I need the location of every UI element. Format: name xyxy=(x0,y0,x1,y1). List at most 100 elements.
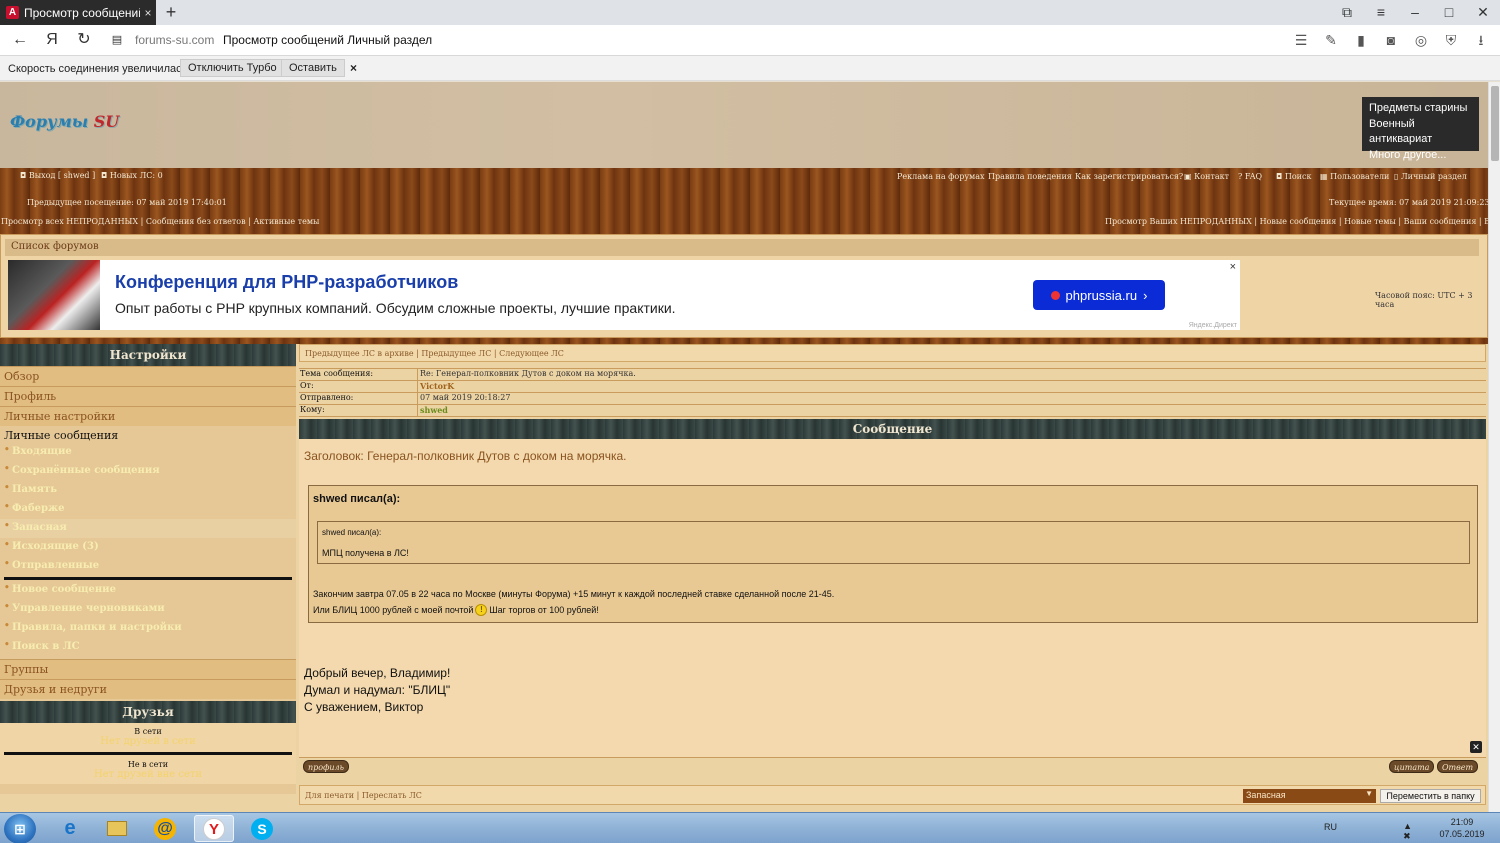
sidebar-item-personal-settings[interactable]: Личные настройки xyxy=(0,406,296,426)
browser-tab[interactable]: A Просмотр сообщений / × xyxy=(0,0,156,25)
rules-folders-link[interactable]: Правила, папки и настройки xyxy=(0,619,296,638)
tabs-icon[interactable]: ⧉ xyxy=(1330,0,1364,25)
personal-link[interactable]: ▯ Личный раздел xyxy=(1394,172,1467,181)
left-quick-links[interactable]: Просмотр всех НЕПРОДАННЫХ | Сообщения бе… xyxy=(1,217,319,226)
users-link[interactable]: ▦ Пользователи xyxy=(1320,172,1389,181)
yandex-ad-banner[interactable]: Конференция для PHP-разработчиков Опыт р… xyxy=(8,260,1240,330)
greeting-line: С уважением, Виктор xyxy=(304,700,424,714)
close-icon[interactable]: ✕ xyxy=(1470,741,1482,753)
new-tab-button[interactable]: + xyxy=(162,3,180,21)
ie-icon[interactable]: e xyxy=(50,815,90,842)
url-page-title[interactable]: Просмотр сообщений Личный раздел xyxy=(223,33,432,47)
site-info-icon[interactable]: ▤ xyxy=(107,30,127,50)
site-favicon-icon: A xyxy=(6,6,19,19)
ad-line: Военный антиквариат xyxy=(1369,117,1433,146)
ad-cta-button[interactable]: phprussia.ru › xyxy=(1033,280,1165,310)
folder-faberge[interactable]: Фаберже xyxy=(0,500,296,519)
ad-close-icon[interactable]: × xyxy=(1230,261,1236,273)
explorer-icon[interactable] xyxy=(97,815,137,842)
sidebar-item-groups[interactable]: Группы xyxy=(0,659,296,679)
quote-button[interactable]: цитата xyxy=(1389,760,1435,773)
mail-icon[interactable]: @ xyxy=(145,815,185,842)
ad-description: Опыт работы с PHP крупных компаний. Обсу… xyxy=(115,300,676,316)
faq-link[interactable]: ? FAQ xyxy=(1238,172,1262,181)
to-user-link[interactable]: shwed xyxy=(417,405,1486,416)
pm-view: Предыдущее ЛС в архиве | Предыдущее ЛС |… xyxy=(299,344,1486,794)
contact-link[interactable]: ▣ Контакт xyxy=(1184,172,1229,181)
shield-icon[interactable]: ⛨ xyxy=(1442,30,1460,50)
reload-icon[interactable]: ↻ xyxy=(74,30,94,50)
page-scrollbar[interactable] xyxy=(1488,82,1500,812)
folder-sent[interactable]: Отправленные xyxy=(0,557,296,576)
url-domain[interactable]: forums-su.com xyxy=(135,33,214,47)
folder-inbox[interactable]: Входящие xyxy=(0,443,296,462)
footer-links[interactable]: Для печати | Переслать ЛС xyxy=(305,791,422,800)
reader-icon[interactable]: ☰ xyxy=(1292,30,1310,50)
turbo-close-icon[interactable]: × xyxy=(350,61,357,75)
drafts-link[interactable]: Управление черновиками xyxy=(0,600,296,619)
skype-icon[interactable]: S xyxy=(242,815,282,842)
yandex-browser-icon[interactable]: Y xyxy=(194,815,234,842)
sidebar: Настройки Обзор Профиль Личные настройки… xyxy=(0,344,296,794)
folder-memory[interactable]: Память xyxy=(0,481,296,500)
ad-title[interactable]: Конференция для PHP-разработчиков xyxy=(115,272,458,293)
bookmark-icon[interactable]: ▮ xyxy=(1352,30,1370,50)
exclamation-smiley-icon: ! xyxy=(475,604,488,616)
move-to-folder-button[interactable]: Переместить в папку xyxy=(1380,789,1481,803)
pm-meta-table: Тема сообщения: Re: Генерал-полковник Ду… xyxy=(299,368,1486,417)
protect-icon[interactable]: ✎ xyxy=(1322,30,1340,50)
pm-navigation[interactable]: Предыдущее ЛС в архиве | Предыдущее ЛС |… xyxy=(299,344,1486,362)
ads-link[interactable]: Реклама на форумах xyxy=(897,172,985,181)
sidebar-item-friends-foes[interactable]: Друзья и недруги xyxy=(0,679,296,699)
tray-icons[interactable]: ▲ ✖ ▮ ◀ xyxy=(1403,821,1412,843)
language-indicator[interactable]: RU xyxy=(1324,822,1337,832)
register-link[interactable]: Как зарегистрироваться? xyxy=(1075,172,1183,181)
clock[interactable]: 21:09 07.05.2019 xyxy=(1432,816,1492,840)
minimize-button[interactable]: – xyxy=(1398,0,1432,25)
window-controls: ⧉ ≡ – □ ✕ xyxy=(1330,0,1500,25)
online-empty: Нет друзей в сети xyxy=(100,736,196,747)
alice-icon[interactable]: ◎ xyxy=(1412,30,1430,50)
header-ad[interactable]: Предметы старины Военный антиквариат Мно… xyxy=(1362,97,1479,161)
camera-icon[interactable]: ◙ xyxy=(1382,30,1400,50)
new-message-link[interactable]: Новое сообщение xyxy=(0,581,296,600)
folder-spare[interactable]: Запасная xyxy=(0,519,296,538)
sidebar-item-profile[interactable]: Профиль xyxy=(0,386,296,406)
back-arrow-icon[interactable]: ← xyxy=(10,30,30,50)
top-navigation: ◘ Выход [ shwed ] ◘ Новых ЛС: 0 Реклама … xyxy=(0,168,1488,230)
quote-author: shwed писал(а): xyxy=(313,493,401,505)
message-actions: профиль цитата Ответ xyxy=(299,757,1486,775)
search-link[interactable]: ◘ Поиск xyxy=(1276,172,1311,181)
close-window-button[interactable]: ✕ xyxy=(1466,0,1500,25)
forum-list-link[interactable]: Список форумов xyxy=(5,239,1479,256)
online-caption: В сети xyxy=(134,727,162,736)
timezone: Часовой пояс: UTC + 3 часа xyxy=(1375,291,1473,309)
right-quick-links[interactable]: Просмотр Ваших НЕПРОДАННЫХ | Новые сообщ… xyxy=(1105,217,1488,226)
pm-search-link[interactable]: Поиск в ЛС xyxy=(0,638,296,657)
start-button[interactable]: ⊞ xyxy=(4,814,36,843)
maximize-button[interactable]: □ xyxy=(1432,0,1466,25)
new-pm-link[interactable]: ◘ Новых ЛС: 0 xyxy=(101,171,163,180)
download-icon[interactable]: ⭳ xyxy=(1472,30,1490,50)
menu-icon[interactable]: ≡ xyxy=(1364,0,1398,25)
site-logo[interactable]: Форумы SU xyxy=(10,112,119,131)
yandex-icon[interactable]: Я xyxy=(42,30,62,50)
rules-link[interactable]: Правила поведения xyxy=(988,172,1072,181)
turbo-keep-button[interactable]: Оставить xyxy=(281,59,345,77)
from-label: От: xyxy=(300,381,314,390)
profile-button[interactable]: профиль xyxy=(303,760,349,773)
turbo-off-button[interactable]: Отключить Турбо xyxy=(180,59,285,77)
previous-visit: Предыдущее посещение: 07 май 2019 17:40:… xyxy=(27,198,227,207)
sidebar-item-overview[interactable]: Обзор xyxy=(0,366,296,386)
scrollbar-thumb[interactable] xyxy=(1491,86,1499,161)
quote-line: Закончим завтра 07.05 в 22 часа по Москв… xyxy=(313,589,835,599)
reply-button[interactable]: Ответ xyxy=(1437,760,1479,773)
from-user-link[interactable]: VictorK xyxy=(417,381,1486,392)
tab-close-icon[interactable]: × xyxy=(140,6,156,20)
chevron-down-icon: ▼ xyxy=(1365,789,1373,798)
pm-section-title[interactable]: Личные сообщения xyxy=(0,426,296,443)
logout-link[interactable]: ◘ Выход [ shwed ] xyxy=(20,171,95,180)
folder-select[interactable]: Запасная ▼ xyxy=(1243,789,1376,803)
folder-saved[interactable]: Сохранённые сообщения xyxy=(0,462,296,481)
folder-outbox[interactable]: Исходящие (3) xyxy=(0,538,296,557)
